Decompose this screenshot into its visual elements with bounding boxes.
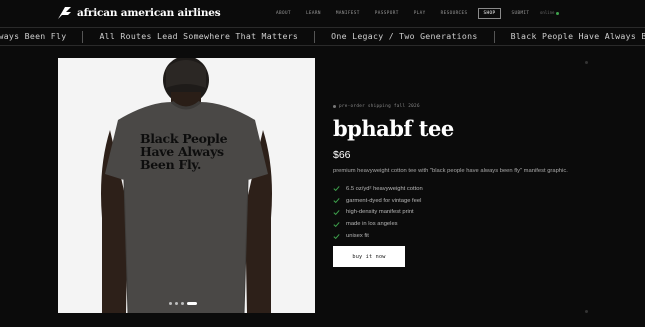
site-header: african american airlines ABOUT LEARN MANI… [0, 0, 645, 27]
ticker-track: Always Been Fly All Routes Lead Somewhere… [0, 31, 645, 43]
feature-item: garment-dyed for vintage feel [333, 195, 603, 207]
nav-item-resources[interactable]: RESOURCES [441, 9, 468, 18]
nav-item-manifest[interactable]: MANIFEST [336, 9, 360, 18]
check-icon [333, 221, 340, 227]
ticker-item: Black People Have Always Been Fly [510, 31, 645, 41]
feature-label: made in los angeles [346, 221, 398, 228]
buy-button[interactable]: buy it now [333, 246, 405, 267]
nav-item-submit[interactable]: SUBMIT [511, 9, 529, 18]
plane-wing-icon [58, 7, 71, 19]
decorative-dot [585, 61, 588, 64]
product-description: premium heavyweight cotton tee with "bla… [333, 168, 568, 174]
check-icon [333, 233, 340, 239]
bullet-icon [333, 105, 336, 108]
check-icon [333, 198, 340, 204]
logo[interactable]: african american airlines [57, 6, 221, 20]
ticker-item: One Legacy / Two Generations [331, 31, 478, 41]
nav-item-passport[interactable]: PASSPORT [375, 9, 399, 18]
ticker-divider [82, 31, 84, 43]
carousel-dot[interactable] [169, 302, 172, 305]
eyebrow-text: pre-order shipping fall 2026 [339, 104, 420, 109]
nav-item-shop[interactable]: SHOP [477, 8, 502, 19]
feature-label: high-density manifest print [346, 209, 414, 216]
check-icon [333, 186, 340, 192]
feature-label: unisex fit [346, 233, 369, 240]
nav-item-learn[interactable]: LEARN [306, 9, 321, 18]
feature-item: unisex fit [333, 230, 603, 242]
ticker-item: Always Been Fly [0, 31, 67, 41]
check-icon [333, 210, 340, 216]
model-wearing-tee [101, 58, 272, 313]
product-title: bphabf tee [333, 116, 454, 141]
shipping-eyebrow: pre-order shipping fall 2026 [333, 104, 603, 109]
nav-item-about[interactable]: ABOUT [276, 9, 291, 18]
product-image[interactable]: Black People Have Always Been Fly. [58, 58, 315, 313]
feature-list: 6.5 oz/yd² heavyweight cotton garment-dye… [333, 183, 603, 242]
ticker-item: All Routes Lead Somewhere That Matters [99, 31, 299, 41]
product-details: pre-order shipping fall 2026 bphabf tee … [333, 104, 603, 267]
image-carousel-dots [169, 302, 197, 305]
online-dot-icon [556, 11, 560, 15]
status-indicator: online [540, 10, 560, 15]
ticker-banner: Always Been Fly All Routes Lead Somewhere… [0, 27, 645, 46]
feature-item: high-density manifest print [333, 207, 603, 219]
nav-item-play[interactable]: PLAY [414, 9, 426, 18]
logo-text: african american airlines [77, 7, 221, 19]
feature-label: garment-dyed for vintage feel [346, 197, 422, 204]
ticker-divider [314, 31, 316, 43]
carousel-dot[interactable] [181, 302, 184, 305]
decorative-dot [585, 310, 588, 313]
feature-label: 6.5 oz/yd² heavyweight cotton [346, 185, 423, 192]
carousel-dot[interactable] [187, 302, 197, 305]
carousel-dot[interactable] [175, 302, 178, 305]
product-price: $66 [333, 149, 351, 161]
shirt-graphic-text: Black People Have Always Been Fly. [140, 131, 228, 172]
feature-item: made in los angeles [333, 218, 603, 230]
ticker-divider [493, 31, 495, 43]
feature-item: 6.5 oz/yd² heavyweight cotton [333, 183, 603, 195]
main-nav: ABOUT LEARN MANIFEST PASSPORT PLAY RESOURCES S… [276, 8, 544, 19]
